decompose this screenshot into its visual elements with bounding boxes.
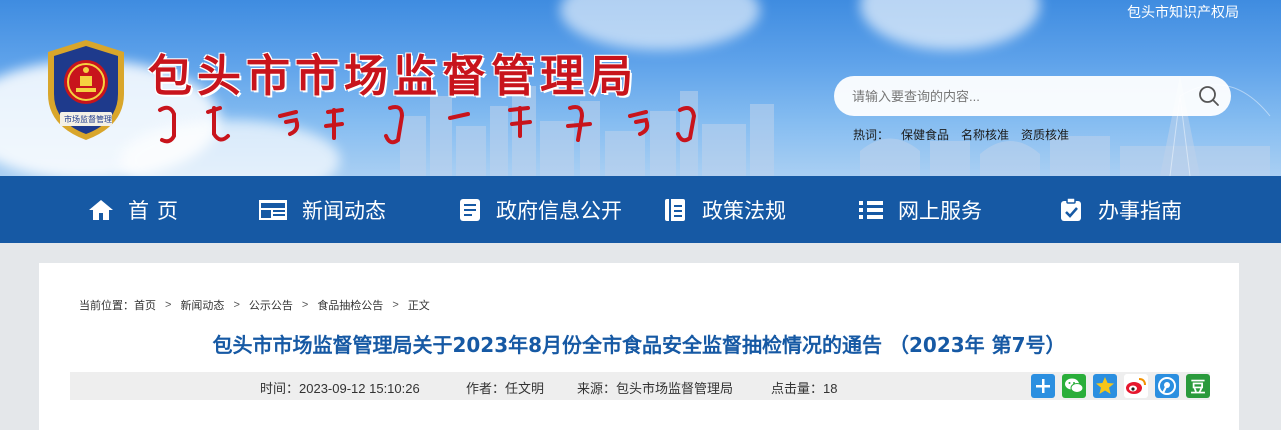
nav-label: 新闻动态	[302, 198, 386, 223]
book-icon	[665, 198, 685, 221]
header-banner: 市场监督管理 包头市市场监督管理局 包头市知识产权局 热词： 保健食品 名	[0, 0, 1281, 176]
article-title: 包头市市场监督管理局关于2023年8月份全市食品安全监督抽检情况的通告 （202…	[212, 333, 1066, 357]
breadcrumb-separator: >	[233, 299, 240, 311]
nav-label: 政策法规	[702, 198, 786, 223]
weibo-icon	[1126, 378, 1146, 394]
nav-item-online-service[interactable]: 网上服务	[858, 176, 982, 243]
hotword-link[interactable]: 保健食品	[901, 126, 949, 143]
hotword-link[interactable]: 资质核准	[1021, 126, 1069, 143]
nav-item-gov-info[interactable]: 政府信息公开	[458, 176, 622, 243]
search-button[interactable]	[1187, 76, 1231, 116]
breadcrumb-separator: >	[165, 299, 172, 311]
hotwords: 热词： 保健食品 名称核准 资质核准	[853, 126, 1081, 143]
list-icon	[859, 200, 883, 219]
clipboard-icon	[1061, 196, 1081, 221]
nav-item-news[interactable]: 新闻动态	[258, 176, 386, 243]
share-douban-button[interactable]: 豆	[1186, 374, 1210, 398]
qzone-star-icon	[1096, 377, 1114, 394]
main-nav: 首页 新闻动态 政府信息公开 政策法规 网上服务 办事指南	[0, 176, 1281, 243]
plus-share-icon	[1036, 379, 1050, 393]
meta-author: 作者：任文明	[466, 381, 545, 396]
home-icon	[89, 199, 113, 220]
breadcrumb-label: 当前位置：	[79, 300, 134, 312]
breadcrumb: 当前位置： 首页 > 新闻动态 > 公示公告 > 食品抽检公告 > 正文	[79, 297, 430, 313]
nav-item-guide[interactable]: 办事指南	[1058, 176, 1182, 243]
nav-label: 政府信息公开	[496, 198, 622, 223]
mongolian-script-title	[158, 105, 697, 145]
article-meta-bar: 时间：2023-09-12 15:10:26 作者：任文明 来源：包头市场监督管…	[70, 372, 1210, 400]
breadcrumb-link[interactable]: 食品抽检公告	[317, 297, 383, 313]
douban-icon: 豆	[1190, 378, 1206, 396]
news-icon	[259, 199, 287, 220]
share-tencent-weibo-button[interactable]	[1155, 374, 1179, 398]
meta-clicks: 点击量：18	[771, 381, 838, 396]
share-wechat-button[interactable]	[1062, 374, 1086, 398]
nav-label: 首页	[128, 198, 186, 223]
share-buttons: 豆	[1024, 374, 1210, 398]
share-weibo-button[interactable]	[1124, 374, 1148, 398]
breadcrumb-link[interactable]: 公示公告	[249, 297, 293, 313]
meta-source: 来源：包头市场监督管理局	[577, 381, 734, 396]
meta-time: 时间：2023-09-12 15:10:26	[260, 381, 420, 396]
wechat-icon	[1065, 378, 1084, 393]
search-bar	[834, 76, 1231, 116]
nav-label: 办事指南	[1098, 198, 1182, 223]
search-input[interactable]	[852, 88, 1187, 104]
share-qzone-button[interactable]	[1093, 374, 1117, 398]
article-panel: 当前位置： 首页 > 新闻动态 > 公示公告 > 食品抽检公告 > 正文 包头市…	[39, 263, 1239, 430]
hotword-link[interactable]: 名称核准	[961, 126, 1009, 143]
breadcrumb-link[interactable]: 新闻动态	[180, 297, 224, 313]
nav-item-home[interactable]: 首页	[88, 176, 186, 243]
search-icon	[1199, 86, 1219, 106]
emblem-logo	[48, 40, 124, 140]
ip-office-link[interactable]: 包头市知识产权局	[1127, 2, 1239, 22]
document-icon	[460, 198, 480, 221]
nav-item-policy[interactable]: 政策法规	[662, 176, 786, 243]
cloud-decoration	[860, 0, 1040, 50]
tencent-weibo-icon	[1158, 377, 1176, 395]
breadcrumb-separator: >	[301, 299, 309, 311]
hotwords-label: 热词：	[853, 128, 890, 142]
breadcrumb-link[interactable]: 首页	[134, 297, 156, 313]
breadcrumb-separator: >	[392, 299, 399, 311]
nav-label: 网上服务	[898, 198, 982, 223]
emblem-caption: 市场监督管理	[64, 115, 112, 124]
share-plus-button[interactable]	[1031, 374, 1055, 398]
site-title: 包头市市场监督管理局	[148, 51, 638, 102]
breadcrumb-current: 正文	[407, 300, 430, 312]
